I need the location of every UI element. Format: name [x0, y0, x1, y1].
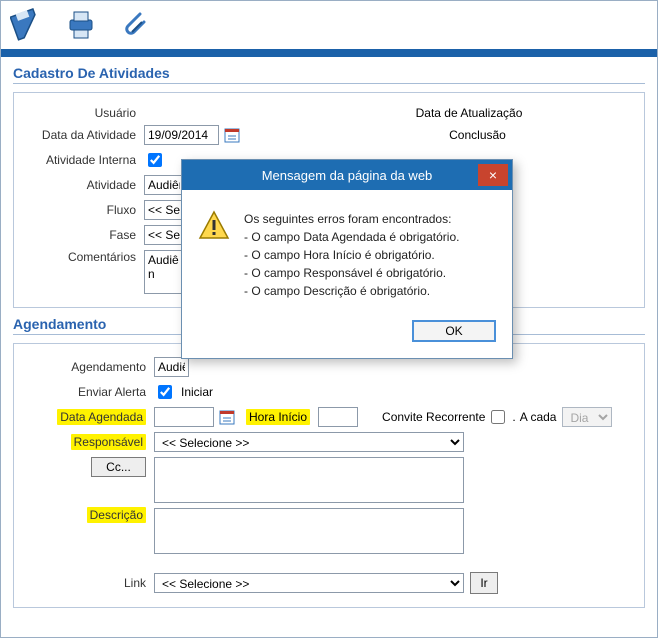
hora-inicio-label: Hora Início	[246, 409, 310, 425]
dialog-error-line: - O campo Descrição é obrigatório.	[244, 282, 459, 300]
data-atividade-input[interactable]	[144, 125, 219, 145]
attach-icon[interactable]	[117, 7, 153, 43]
data-atualizacao-label: Data de Atualização	[304, 106, 634, 120]
warning-icon	[198, 210, 230, 242]
fase-select[interactable]	[144, 225, 184, 245]
comentarios-label: Comentários	[24, 250, 144, 264]
dialog-close-button[interactable]: ×	[478, 164, 508, 186]
agendamento-input[interactable]	[154, 357, 189, 377]
atividade-interna-checkbox[interactable]	[148, 153, 162, 167]
enviar-alerta-checkbox[interactable]	[158, 385, 172, 399]
section-cadastro-title: Cadastro De Atividades	[13, 65, 645, 84]
calendar-icon[interactable]	[218, 408, 236, 426]
close-icon: ×	[489, 167, 497, 183]
data-agendada-input[interactable]	[154, 407, 214, 427]
usuario-label: Usuário	[24, 106, 144, 120]
main-toolbar	[1, 1, 657, 49]
data-atividade-label: Data da Atividade	[24, 128, 144, 142]
responsavel-select[interactable]: << Selecione >>	[154, 432, 464, 452]
comentarios-textarea[interactable]: Audiên	[144, 250, 184, 294]
enviar-alerta-label: Enviar Alerta	[24, 385, 154, 399]
save-icon[interactable]	[9, 7, 45, 43]
convite-recorrente-label: Convite Recorrente	[382, 410, 485, 424]
fase-label: Fase	[24, 228, 144, 242]
responsavel-label: Responsável	[71, 434, 146, 450]
cc-textarea[interactable]	[154, 457, 464, 503]
atividade-input[interactable]	[144, 175, 184, 195]
app-window: Cadastro De Atividades Usuário Data de A…	[0, 0, 658, 638]
header-band	[1, 49, 657, 57]
cc-button[interactable]: Cc...	[91, 457, 146, 477]
atividade-label: Atividade	[24, 178, 144, 192]
dialog-message: Os seguintes erros foram encontrados: - …	[244, 210, 459, 300]
ir-button[interactable]: Ir	[470, 572, 498, 594]
periodo-select[interactable]: Dia	[562, 407, 612, 427]
hora-inicio-input[interactable]	[318, 407, 358, 427]
descricao-textarea[interactable]	[154, 508, 464, 554]
conclusao-label: Conclusão	[321, 128, 634, 142]
section-agendamento: Agendamento Agendamento Enviar Alerta In…	[13, 316, 645, 608]
agendamento-label: Agendamento	[24, 360, 154, 374]
dialog-ok-button[interactable]: OK	[412, 320, 496, 342]
dialog-error-line: - O campo Data Agendada é obrigatório.	[244, 228, 459, 246]
data-agendada-label: Data Agendada	[57, 409, 146, 425]
print-icon[interactable]	[63, 7, 99, 43]
dialog-error-line: - O campo Responsável é obrigatório.	[244, 264, 459, 282]
link-label: Link	[24, 576, 154, 590]
fluxo-select[interactable]	[144, 200, 184, 220]
fluxo-label: Fluxo	[24, 203, 144, 217]
iniciar-label: Iniciar	[181, 385, 213, 399]
error-dialog: Mensagem da página da web × Os seguintes…	[181, 159, 513, 359]
dialog-heading: Os seguintes erros foram encontrados:	[244, 210, 459, 228]
calendar-icon[interactable]	[223, 126, 241, 144]
atividade-interna-label: Atividade Interna	[24, 153, 144, 167]
descricao-label: Descrição	[87, 507, 146, 523]
convite-recorrente-checkbox[interactable]	[491, 410, 505, 424]
dialog-error-line: - O campo Hora Início é obrigatório.	[244, 246, 459, 264]
dialog-title: Mensagem da página da web	[262, 168, 433, 183]
a-cada-label: A cada	[520, 410, 557, 424]
dialog-titlebar: Mensagem da página da web ×	[182, 160, 512, 190]
link-select[interactable]: << Selecione >>	[154, 573, 464, 593]
